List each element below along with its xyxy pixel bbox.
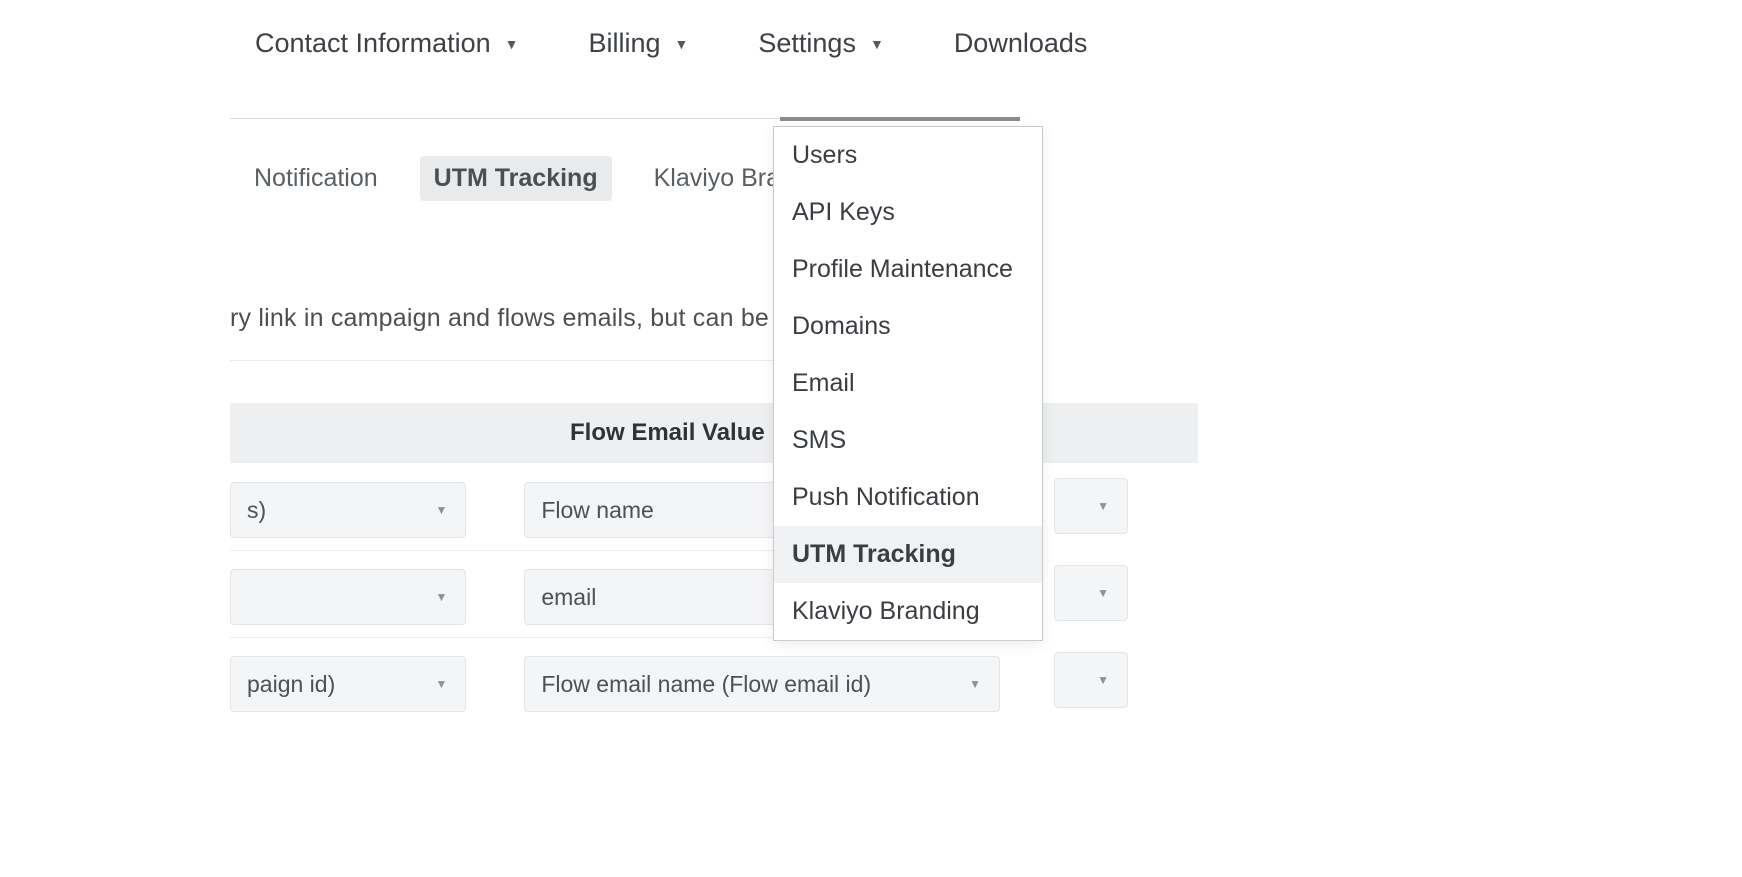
tab-utm-tracking[interactable]: UTM Tracking: [420, 156, 612, 201]
chevron-down-icon: ▼: [675, 36, 689, 52]
nav-active-underline: [780, 117, 1020, 121]
column-header-flow-email-value: Flow Email Value: [570, 419, 765, 447]
dropdown-item-api-keys[interactable]: API Keys: [774, 184, 1042, 241]
nav-label: Billing: [588, 28, 660, 59]
extra-select[interactable]: ▼: [1054, 478, 1128, 534]
chevron-down-icon: ▼: [1097, 586, 1109, 600]
campaign-value-select[interactable]: s) ▼: [230, 482, 466, 538]
select-text: Flow email name (Flow email id): [541, 671, 871, 698]
nav-downloads[interactable]: Downloads: [954, 28, 1088, 59]
tab-label: Notification: [254, 164, 378, 192]
chevron-down-icon: ▼: [870, 36, 884, 52]
dropdown-item-email[interactable]: Email: [774, 355, 1042, 412]
dropdown-item-domains[interactable]: Domains: [774, 298, 1042, 355]
dropdown-item-push-notification[interactable]: Push Notification: [774, 469, 1042, 526]
chevron-down-icon: ▼: [505, 36, 519, 52]
nav-label: Downloads: [954, 28, 1088, 59]
dropdown-item-utm-tracking[interactable]: UTM Tracking: [774, 526, 1042, 583]
campaign-value-select[interactable]: ▼: [230, 569, 466, 625]
top-nav: Contact Information ▼ Billing ▼ Settings…: [255, 28, 1087, 59]
tab-label: UTM Tracking: [434, 164, 598, 192]
chevron-down-icon: ▼: [1097, 673, 1109, 687]
select-text: s): [247, 497, 266, 524]
table-row: paign id) ▼ Flow email name (Flow email …: [230, 652, 1000, 716]
select-text: paign id): [247, 671, 335, 698]
nav-billing[interactable]: Billing ▼: [588, 28, 688, 59]
extra-select[interactable]: ▼: [1054, 652, 1128, 708]
nav-contact-information[interactable]: Contact Information ▼: [255, 28, 518, 59]
nav-label: Settings: [758, 28, 856, 59]
chevron-down-icon: ▼: [435, 503, 447, 517]
dropdown-item-users[interactable]: Users: [774, 127, 1042, 184]
extra-select[interactable]: ▼: [1054, 565, 1128, 621]
chevron-down-icon: ▼: [435, 677, 447, 691]
flow-email-value-select[interactable]: Flow email name (Flow email id) ▼: [524, 656, 1000, 712]
select-text: Flow name: [541, 497, 653, 524]
tab-notification[interactable]: Notification: [240, 156, 392, 201]
dropdown-item-sms[interactable]: SMS: [774, 412, 1042, 469]
select-text: email: [541, 584, 596, 611]
nav-label: Contact Information: [255, 28, 491, 59]
sub-tabs: Notification UTM Tracking Klaviyo Brandi…: [240, 156, 855, 201]
settings-dropdown: UsersAPI KeysProfile MaintenanceDomainsE…: [773, 126, 1043, 641]
description-text: ry link in campaign and flows emails, bu…: [230, 304, 789, 333]
chevron-down-icon: ▼: [435, 590, 447, 604]
chevron-down-icon: ▼: [1097, 499, 1109, 513]
table-header: Flow Email Value: [230, 403, 1198, 463]
chevron-down-icon: ▼: [969, 677, 981, 691]
dropdown-item-profile-maintenance[interactable]: Profile Maintenance: [774, 241, 1042, 298]
nav-settings[interactable]: Settings ▼: [758, 28, 883, 59]
campaign-value-select[interactable]: paign id) ▼: [230, 656, 466, 712]
dropdown-item-klaviyo-branding[interactable]: Klaviyo Branding: [774, 583, 1042, 640]
